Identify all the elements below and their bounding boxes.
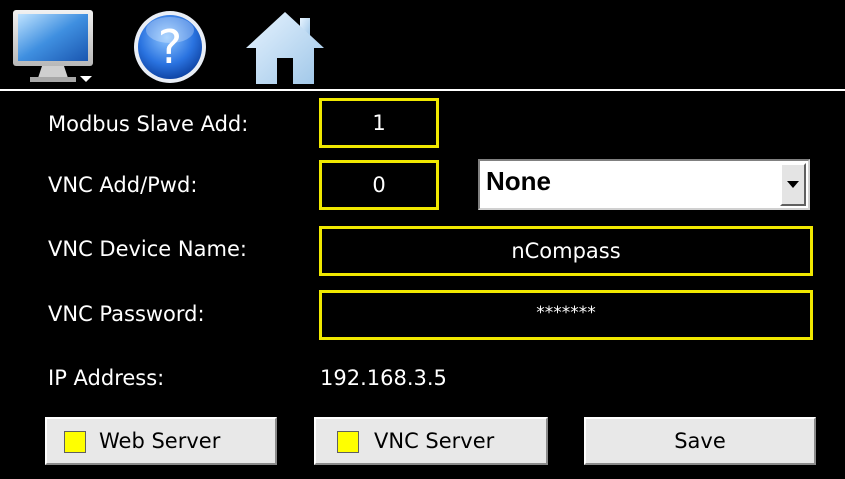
toolbar: ?: [0, 0, 845, 88]
save-label: Save: [674, 429, 726, 453]
modbus-slave-label: Modbus Slave Add:: [48, 112, 249, 136]
vnc-add-field[interactable]: 0: [319, 160, 439, 210]
chevron-down-icon[interactable]: [780, 163, 806, 206]
ip-address-label: IP Address:: [48, 366, 165, 390]
ip-address-value: 192.168.3.5: [320, 366, 447, 390]
vnc-mode-dropdown[interactable]: None: [478, 159, 810, 210]
vnc-device-name-field[interactable]: nCompass: [319, 226, 813, 276]
home-icon[interactable]: [244, 10, 326, 86]
vnc-mode-selected: None: [486, 166, 551, 196]
vnc-add-label: VNC Add/Pwd:: [48, 173, 198, 197]
vnc-server-label: VNC Server: [374, 429, 495, 453]
web-server-label: Web Server: [99, 429, 221, 453]
web-server-button[interactable]: Web Server: [45, 417, 277, 465]
vnc-server-button[interactable]: VNC Server: [314, 417, 548, 465]
vnc-password-field[interactable]: *******: [319, 290, 813, 340]
vnc-device-name-label: VNC Device Name:: [48, 237, 247, 261]
save-button[interactable]: Save: [584, 417, 816, 465]
monitor-icon[interactable]: [12, 8, 96, 84]
modbus-slave-field[interactable]: 1: [319, 98, 439, 148]
toolbar-divider: [0, 89, 845, 91]
vnc-server-checkbox[interactable]: [337, 431, 359, 453]
help-glyph: ?: [158, 20, 182, 74]
vnc-password-label: VNC Password:: [48, 302, 205, 326]
web-server-checkbox[interactable]: [64, 431, 86, 453]
help-icon[interactable]: ?: [131, 8, 209, 86]
